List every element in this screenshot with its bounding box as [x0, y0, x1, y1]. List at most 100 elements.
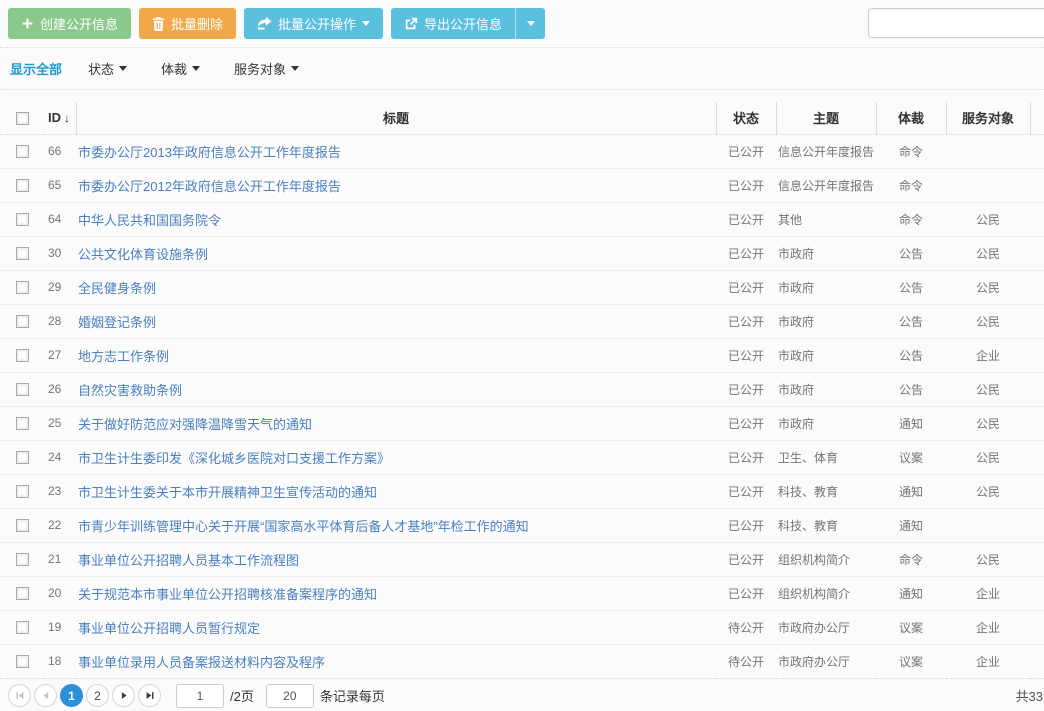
- table-row: 18 事业单位录用人员备案报送材料内容及程序 待公开 市政府办公厅 议案 企业: [0, 644, 1044, 678]
- row-status: 已公开: [716, 372, 776, 406]
- page-button-2[interactable]: 2: [86, 684, 109, 707]
- row-title-link[interactable]: 市卫生计生委关于本市开展精神卫生宣传活动的通知: [78, 485, 377, 500]
- row-title-link[interactable]: 市卫生计生委印发《深化城乡医院对口支援工作方案》: [78, 451, 390, 466]
- table-row: 64 中华人民共和国国务院令 已公开 其他 命令 公民: [0, 202, 1044, 236]
- table-row: 27 地方志工作条例 已公开 市政府 公告 企业: [0, 338, 1044, 372]
- row-status: 已公开: [716, 202, 776, 236]
- row-title-link[interactable]: 市青少年训练管理中心关于开展“国家高水平体育后备人才基地”年检工作的通知: [78, 519, 529, 534]
- row-topic: 卫生、体育: [776, 440, 876, 474]
- row-checkbox[interactable]: [16, 281, 29, 294]
- row-checkbox[interactable]: [16, 587, 29, 600]
- row-title-link[interactable]: 市委办公厅2012年政府信息公开工作年度报告: [78, 179, 341, 194]
- row-id: 26: [44, 372, 76, 406]
- records-table: ID↓ 标题 状态 主题 体裁 服务对象 66 市委办公厅2013年政府信息公开…: [0, 102, 1044, 679]
- export-info-label: 导出公开信息: [424, 14, 502, 33]
- row-genre: 通知: [876, 576, 946, 610]
- row-genre: 议案: [876, 440, 946, 474]
- row-title-link[interactable]: 事业单位公开招聘人员暂行规定: [78, 621, 260, 636]
- row-title-link[interactable]: 关于规范本市事业单位公开招聘核准备案程序的通知: [78, 587, 377, 602]
- row-title-link[interactable]: 地方志工作条例: [78, 349, 169, 364]
- bulk-publish-button[interactable]: 批量公开操作: [244, 8, 383, 39]
- row-id: 29: [44, 270, 76, 304]
- row-checkbox[interactable]: [16, 213, 29, 226]
- row-checkbox[interactable]: [16, 553, 29, 566]
- current-page-input[interactable]: [176, 684, 224, 708]
- row-title-link[interactable]: 自然灾害救助条例: [78, 383, 182, 398]
- row-topic: 市政府: [776, 304, 876, 338]
- row-checkbox[interactable]: [16, 145, 29, 158]
- total-records-label: 共33: [1016, 686, 1043, 705]
- row-genre: 通知: [876, 474, 946, 508]
- page-size-input[interactable]: [266, 684, 314, 708]
- row-checkbox[interactable]: [16, 247, 29, 260]
- row-title-link[interactable]: 公共文化体育设施条例: [78, 247, 208, 262]
- row-genre: 议案: [876, 644, 946, 678]
- table-header-row: ID↓ 标题 状态 主题 体裁 服务对象: [0, 102, 1044, 134]
- row-audience: 公民: [946, 474, 1030, 508]
- total-pages-label: /2页: [230, 686, 254, 705]
- row-checkbox[interactable]: [16, 485, 29, 498]
- row-audience: [946, 134, 1030, 168]
- row-checkbox[interactable]: [16, 315, 29, 328]
- row-topic: 市政府: [776, 372, 876, 406]
- row-genre: 命令: [876, 202, 946, 236]
- row-audience: 企业: [946, 644, 1030, 678]
- select-all-checkbox[interactable]: [16, 112, 29, 125]
- row-status: 待公开: [716, 644, 776, 678]
- create-info-button[interactable]: 创建公开信息: [8, 8, 131, 39]
- row-title-link[interactable]: 市委办公厅2013年政府信息公开工作年度报告: [78, 145, 341, 160]
- first-page-icon: [14, 690, 26, 701]
- row-checkbox[interactable]: [16, 349, 29, 362]
- pagination-bar: 1 2 /2页 条记录每页 共33: [0, 679, 1044, 711]
- last-page-button[interactable]: [138, 684, 161, 707]
- table-row: 19 事业单位公开招聘人员暂行规定 待公开 市政府办公厅 议案 企业: [0, 610, 1044, 644]
- row-title-link[interactable]: 中华人民共和国国务院令: [78, 213, 221, 228]
- filter-show-all[interactable]: 显示全部: [10, 59, 62, 78]
- row-title-link[interactable]: 全民健身条例: [78, 281, 156, 296]
- row-audience: [946, 508, 1030, 542]
- bulk-delete-button[interactable]: 批量删除: [139, 8, 236, 39]
- row-checkbox[interactable]: [16, 417, 29, 430]
- table-row: 65 市委办公厅2012年政府信息公开工作年度报告 已公开 信息公开年度报告 命…: [0, 168, 1044, 202]
- row-checkbox[interactable]: [16, 655, 29, 668]
- row-checkbox[interactable]: [16, 451, 29, 464]
- trash-icon: [152, 17, 165, 31]
- table-row: 66 市委办公厅2013年政府信息公开工作年度报告 已公开 信息公开年度报告 命…: [0, 134, 1044, 168]
- caret-down-icon: [527, 21, 535, 26]
- next-page-button[interactable]: [112, 684, 135, 707]
- row-topic: 市政府: [776, 406, 876, 440]
- row-audience: 公民: [946, 236, 1030, 270]
- table-row: 28 婚姻登记条例 已公开 市政府 公告 公民: [0, 304, 1044, 338]
- row-title-link[interactable]: 婚姻登记条例: [78, 315, 156, 330]
- column-header-audience: 服务对象: [946, 102, 1030, 134]
- row-genre: 通知: [876, 508, 946, 542]
- page-button-1[interactable]: 1: [60, 684, 83, 707]
- caret-down-icon: [362, 21, 370, 26]
- filter-status[interactable]: 状态: [88, 59, 127, 78]
- column-header-id[interactable]: ID↓: [44, 102, 76, 134]
- previous-page-button[interactable]: [34, 684, 57, 707]
- filter-audience[interactable]: 服务对象: [234, 59, 299, 78]
- row-checkbox[interactable]: [16, 519, 29, 532]
- row-genre: 通知: [876, 406, 946, 440]
- row-id: 22: [44, 508, 76, 542]
- export-info-button[interactable]: 导出公开信息: [391, 8, 515, 39]
- search-input[interactable]: [868, 8, 1044, 38]
- row-title-link[interactable]: 事业单位公开招聘人员基本工作流程图: [78, 553, 299, 568]
- row-title-link[interactable]: 关于做好防范应对强降温降雪天气的通知: [78, 417, 312, 432]
- row-checkbox[interactable]: [16, 621, 29, 634]
- row-checkbox[interactable]: [16, 383, 29, 396]
- row-checkbox[interactable]: [16, 179, 29, 192]
- row-genre: 议案: [876, 610, 946, 644]
- first-page-button[interactable]: [8, 684, 31, 707]
- row-status: 已公开: [716, 338, 776, 372]
- row-title-link[interactable]: 事业单位录用人员备案报送材料内容及程序: [78, 655, 325, 670]
- row-genre: 公告: [876, 338, 946, 372]
- filter-status-label: 状态: [88, 59, 114, 78]
- export-dropdown-toggle[interactable]: [515, 8, 545, 39]
- filter-genre[interactable]: 体裁: [161, 59, 200, 78]
- caret-down-icon: [192, 66, 200, 71]
- row-topic: 市政府: [776, 236, 876, 270]
- row-status: 已公开: [716, 406, 776, 440]
- filter-audience-label: 服务对象: [234, 59, 286, 78]
